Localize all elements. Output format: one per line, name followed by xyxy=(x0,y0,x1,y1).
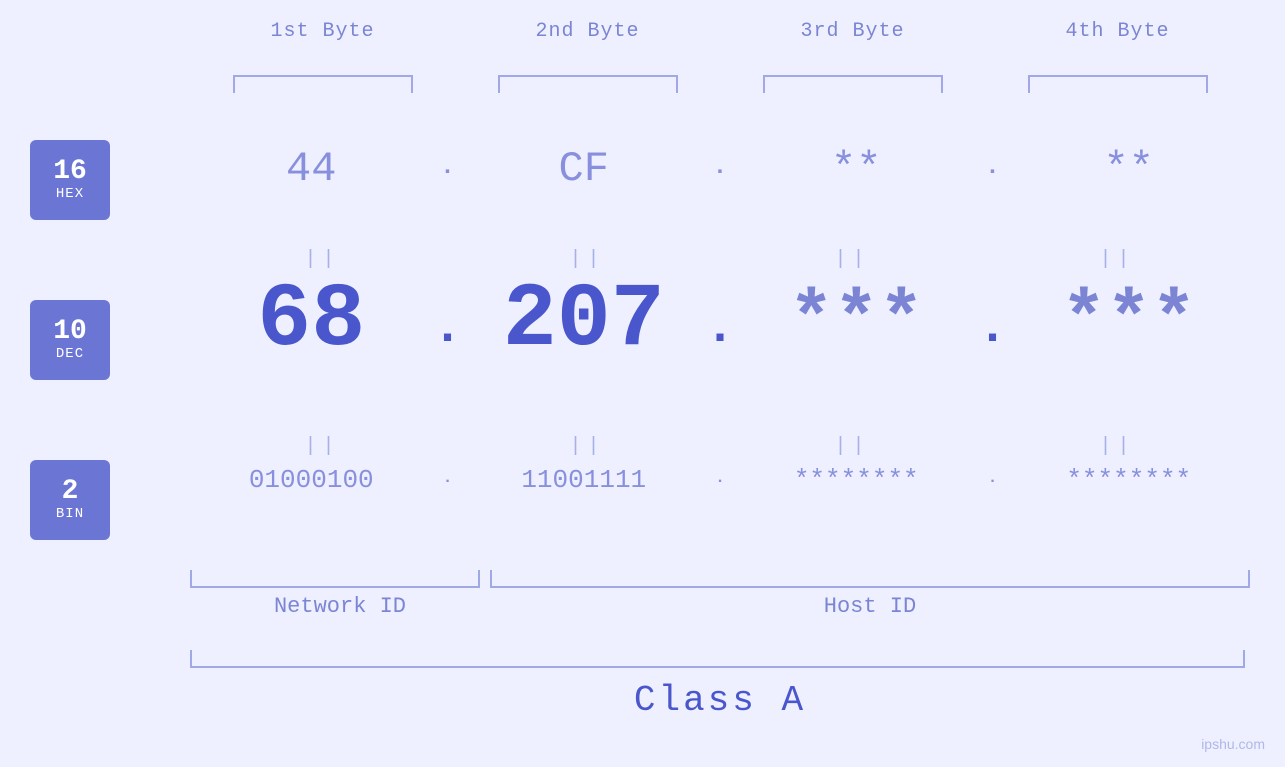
top-brackets xyxy=(190,75,1250,93)
class-bracket xyxy=(190,650,1245,668)
bin-label: 2 BIN xyxy=(30,460,110,540)
hex-value-4: ** xyxy=(1049,145,1209,193)
hex-dot-2: . xyxy=(705,154,735,193)
network-bracket xyxy=(190,570,480,588)
column-headers: 1st Byte 2nd Byte 3rd Byte 4th Byte xyxy=(190,20,1250,43)
eq-4: || xyxy=(985,248,1250,271)
dec-octet-3: *** xyxy=(735,279,978,364)
hex-octet-1: 44 xyxy=(190,145,433,193)
bracket-4 xyxy=(985,75,1250,93)
col-header-4: 4th Byte xyxy=(985,20,1250,43)
bracket-3 xyxy=(720,75,985,93)
bin-value-1: 01000100 xyxy=(231,465,391,495)
col-header-3: 3rd Byte xyxy=(720,20,985,43)
hex-octet-2: CF xyxy=(463,145,706,193)
dec-value-3: *** xyxy=(776,279,936,364)
hex-value-1: 44 xyxy=(231,145,391,193)
dec-octet-1: 68 xyxy=(190,270,433,372)
bin-dot-2: . xyxy=(705,469,735,495)
hex-octet-3: ** xyxy=(735,145,978,193)
main-container: 1st Byte 2nd Byte 3rd Byte 4th Byte 16 H… xyxy=(0,0,1285,767)
eq2-1: || xyxy=(190,435,455,458)
hex-label: 16 HEX xyxy=(30,140,110,220)
bin-value-3: ******** xyxy=(776,465,936,495)
base-labels: 16 HEX 10 DEC 2 BIN xyxy=(30,140,110,620)
dec-octet-4: *** xyxy=(1008,279,1251,364)
hex-row: 44 . CF . ** . ** xyxy=(190,145,1250,193)
class-label: Class A xyxy=(190,680,1250,721)
dec-row: 68 . 207 . *** . *** xyxy=(190,270,1250,372)
id-labels: Network ID Host ID xyxy=(190,594,1250,619)
bin-octet-3: ******** xyxy=(735,465,978,495)
bracket-2 xyxy=(455,75,720,93)
dec-dot-3: . xyxy=(978,300,1008,372)
host-id-label: Host ID xyxy=(490,594,1250,619)
equals-row-2: || || || || xyxy=(190,435,1250,458)
col-header-1: 1st Byte xyxy=(190,20,455,43)
hex-octet-4: ** xyxy=(1008,145,1251,193)
dec-value-2: 207 xyxy=(503,270,665,372)
eq2-3: || xyxy=(720,435,985,458)
bin-dot-1: . xyxy=(433,469,463,495)
equals-row-1: || || || || xyxy=(190,248,1250,271)
watermark: ipshu.com xyxy=(1201,736,1265,752)
eq-3: || xyxy=(720,248,985,271)
bin-dot-3: . xyxy=(978,469,1008,495)
eq2-2: || xyxy=(455,435,720,458)
bin-row: 01000100 . 11001111 . ******** . *******… xyxy=(190,465,1250,495)
bin-value-4: ******** xyxy=(1049,465,1209,495)
hex-value-3: ** xyxy=(776,145,936,193)
host-bracket xyxy=(490,570,1250,588)
hex-value-2: CF xyxy=(504,145,664,193)
bin-octet-1: 01000100 xyxy=(190,465,433,495)
eq-2: || xyxy=(455,248,720,271)
hex-dot-3: . xyxy=(978,154,1008,193)
eq-1: || xyxy=(190,248,455,271)
dec-octet-2: 207 xyxy=(463,270,706,372)
dec-label: 10 DEC xyxy=(30,300,110,380)
dec-value-1: 68 xyxy=(231,270,391,372)
col-header-2: 2nd Byte xyxy=(455,20,720,43)
bin-octet-4: ******** xyxy=(1008,465,1251,495)
bracket-1 xyxy=(190,75,455,93)
dec-dot-2: . xyxy=(705,300,735,372)
dec-dot-1: . xyxy=(433,300,463,372)
hex-dot-1: . xyxy=(433,154,463,193)
network-id-label: Network ID xyxy=(190,594,490,619)
bin-value-2: 11001111 xyxy=(504,465,664,495)
dec-value-4: *** xyxy=(1049,279,1209,364)
eq2-4: || xyxy=(985,435,1250,458)
bin-octet-2: 11001111 xyxy=(463,465,706,495)
network-host-brackets xyxy=(190,570,1250,588)
